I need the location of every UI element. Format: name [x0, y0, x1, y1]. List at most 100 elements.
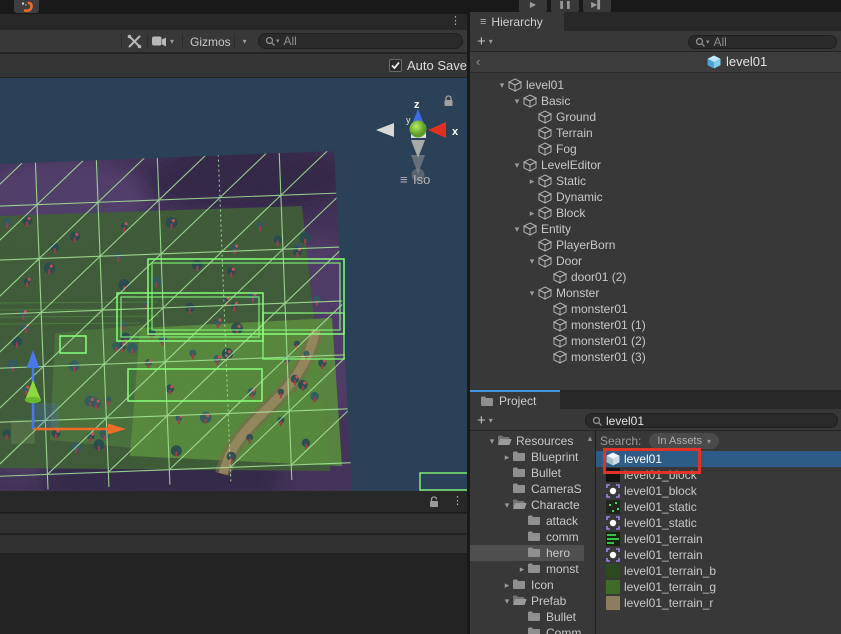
hierarchy-row[interactable]: Fog [470, 141, 841, 157]
bottom-panel-toolbar-row2 [0, 535, 467, 554]
project-folder-row[interactable]: hero [470, 545, 584, 561]
gameobject-label: Fog [553, 142, 577, 156]
project-folder-row[interactable]: Bullet [470, 609, 584, 625]
project-result-row[interactable]: level01_terrain [596, 531, 841, 547]
foldout-arrow-icon[interactable]: ▸ [502, 580, 512, 591]
hierarchy-row[interactable]: monster01 (1) [470, 317, 841, 333]
gameobject-cube-icon [538, 110, 553, 124]
autosave-checkbox[interactable] [389, 59, 402, 72]
play-button[interactable]: ▶ [519, 0, 547, 12]
breadcrumb-current[interactable]: level01 [707, 54, 767, 69]
hierarchy-row[interactable]: monster01 [470, 301, 841, 317]
collab-orange-icon [19, 1, 35, 12]
foldout-arrow-icon[interactable]: ▾ [526, 256, 538, 267]
pause-button[interactable]: ❚❚ [551, 0, 579, 12]
foldout-arrow-icon[interactable]: ▾ [496, 80, 508, 91]
hierarchy-row[interactable]: monster01 (2) [470, 333, 841, 349]
gameobject-cube-icon [538, 126, 553, 140]
hierarchy-row[interactable]: Ground [470, 109, 841, 125]
plus-icon: + [477, 412, 486, 429]
project-result-row[interactable]: level01_terrain_g [596, 579, 841, 595]
hierarchy-row[interactable]: ▸Block [470, 205, 841, 221]
project-add-button[interactable]: + ▾ [477, 412, 493, 429]
project-result-row[interactable]: level01_terrain_b [596, 563, 841, 579]
axis-y-sphere[interactable] [410, 121, 427, 138]
project-folder-row[interactable]: ▾Characte [470, 497, 584, 513]
gameobject-cube-icon [538, 206, 553, 220]
foldout-arrow-icon[interactable]: ▸ [526, 176, 538, 187]
project-result-row[interactable]: level01_static [596, 499, 841, 515]
foldout-arrow-icon[interactable]: ▸ [502, 452, 512, 463]
hierarchy-row[interactable]: ▾Basic [470, 93, 841, 109]
gameobject-label: level01 [523, 78, 564, 92]
folder-label: Bullet [527, 466, 561, 480]
scene-search-input[interactable]: ▾ All [258, 33, 463, 49]
tool-settings-button[interactable] [127, 33, 142, 50]
collab-button[interactable] [14, 0, 39, 13]
project-folder-row[interactable]: Comm [470, 625, 584, 634]
breadcrumb-back-button[interactable]: ‹ [476, 54, 480, 69]
unlock-icon[interactable] [428, 496, 440, 508]
hierarchy-row[interactable]: ▾Door [470, 253, 841, 269]
scene-camera-button[interactable]: ▾ [152, 33, 174, 50]
scene-menu-icon[interactable]: ⋮ [450, 16, 461, 27]
plus-icon: + [477, 33, 486, 50]
project-result-row[interactable]: level01_static [596, 515, 841, 531]
foldout-arrow-icon[interactable]: ▾ [511, 96, 523, 107]
right-panels: ≡ Hierarchy + ▾ ▾ All ‹ level01 ▾level01… [470, 12, 841, 634]
gizmos-dropdown[interactable]: Gizmos ▾ [190, 33, 247, 50]
project-folder-row[interactable]: ▸monst [470, 561, 584, 577]
hierarchy-row[interactable]: door01 (2) [470, 269, 841, 285]
hierarchy-row[interactable]: PlayerBorn [470, 237, 841, 253]
hierarchy-search-input[interactable]: ▾ All [688, 35, 837, 49]
foldout-arrow-icon[interactable]: ▾ [511, 160, 523, 171]
project-folder-row[interactable]: ▾Resources [470, 433, 584, 449]
hierarchy-row[interactable]: ▾Monster [470, 285, 841, 301]
search-icon [265, 36, 275, 46]
iso-icon: ≡ [400, 172, 408, 187]
hierarchy-add-button[interactable]: + ▾ [477, 33, 493, 50]
project-result-row[interactable]: level01_block [596, 483, 841, 499]
gameobject-cube-icon [523, 222, 538, 236]
project-search-input[interactable]: level01 [585, 413, 838, 428]
folder-icon [512, 465, 527, 481]
foldout-arrow-icon[interactable]: ▾ [511, 224, 523, 235]
foldout-arrow-icon[interactable]: ▾ [526, 288, 538, 299]
project-folder-row[interactable]: attack [470, 513, 584, 529]
hierarchy-row[interactable]: ▾Entity [470, 221, 841, 237]
foldout-arrow-icon[interactable]: ▾ [502, 596, 512, 607]
step-button[interactable]: ▶▌ [583, 0, 611, 12]
search-scope-dropdown[interactable]: In Assets ▾ [649, 433, 719, 449]
scene-viewport[interactable]: z y x ≡ Iso [0, 78, 467, 491]
gameobject-cube-icon [553, 270, 568, 284]
project-folder-row[interactable]: comm [470, 529, 584, 545]
hierarchy-row[interactable]: Dynamic [470, 189, 841, 205]
hierarchy-row[interactable]: monster01 (3) [470, 349, 841, 365]
bottom-panel-menu-icon[interactable]: ⋮ [452, 496, 463, 507]
project-folder-row[interactable]: Bullet [470, 465, 584, 481]
foldout-arrow-icon[interactable]: ▾ [487, 436, 497, 447]
gameobject-label: monster01 (2) [568, 334, 646, 348]
project-tree-scrollbar[interactable]: ▲ [584, 431, 595, 634]
project-folder-row[interactable]: ▸Blueprint [470, 449, 584, 465]
project-folder-row[interactable]: ▾Prefab [470, 593, 584, 609]
project-result-row[interactable]: level01_terrain [596, 547, 841, 563]
tab-hierarchy[interactable]: ≡ Hierarchy [470, 12, 564, 31]
foldout-arrow-icon[interactable]: ▾ [502, 500, 512, 511]
foldout-arrow-icon[interactable]: ▸ [526, 208, 538, 219]
project-search-value: level01 [606, 414, 644, 428]
hierarchy-row[interactable]: ▸Static [470, 173, 841, 189]
tab-project[interactable]: Project [470, 390, 560, 409]
hierarchy-row[interactable]: ▾ level01 [470, 77, 841, 93]
gameobject-label: Ground [553, 110, 596, 124]
scene-panel: ⋮ ▾ Gizmos ▾ ▾ All [0, 14, 467, 634]
projection-toggle[interactable]: ≡ Iso [400, 172, 430, 187]
project-result-row[interactable]: level01_terrain_r [596, 595, 841, 611]
project-folder-row[interactable]: ▸Icon [470, 577, 584, 593]
hierarchy-row[interactable]: ▾LevelEditor [470, 157, 841, 173]
hierarchy-row[interactable]: Terrain [470, 125, 841, 141]
foldout-arrow-icon[interactable]: ▸ [517, 564, 527, 575]
scene-tabstrip: ⋮ [0, 14, 467, 30]
scroll-up-icon[interactable]: ▲ [586, 434, 594, 443]
project-folder-row[interactable]: CameraS [470, 481, 584, 497]
